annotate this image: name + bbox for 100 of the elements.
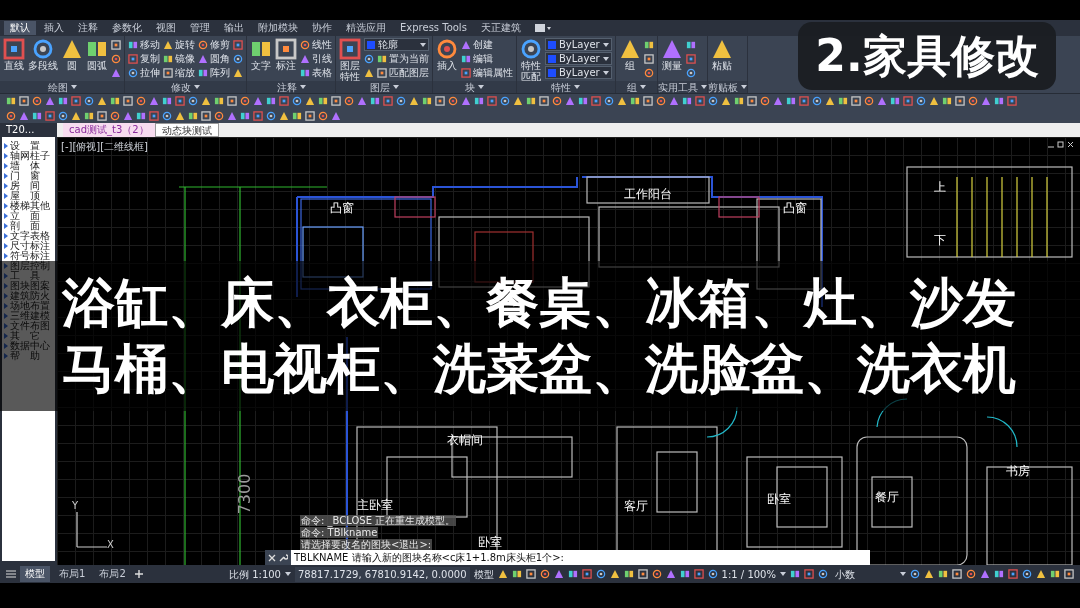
tool-icon[interactable]	[233, 53, 243, 64]
tool-icon[interactable]	[630, 96, 640, 106]
tool-icon[interactable]	[136, 110, 146, 121]
ribbon-button[interactable]: 特性匹配	[520, 38, 542, 81]
tool-icon[interactable]	[838, 96, 848, 106]
palette-item[interactable]: 墙 体	[2, 161, 55, 171]
tool-icon[interactable]	[578, 96, 588, 106]
caret-icon[interactable]	[285, 572, 291, 576]
tool-icon[interactable]	[994, 96, 1004, 106]
caret-icon[interactable]	[602, 56, 609, 61]
tool-icon[interactable]	[370, 96, 380, 106]
palette-item[interactable]: 屋 顶	[2, 191, 55, 201]
caret-icon[interactable]	[194, 85, 200, 89]
tool-icon[interactable]	[685, 53, 696, 64]
palette-item[interactable]: 立 面	[2, 211, 55, 221]
tool-icon[interactable]	[6, 110, 16, 121]
tool-icon[interactable]	[214, 110, 224, 121]
units-dropdown[interactable]: 小数	[832, 566, 896, 582]
tool-icon[interactable]	[609, 569, 620, 579]
layout-tab[interactable]: 布局2	[94, 566, 131, 582]
caret-icon[interactable]	[700, 85, 707, 89]
tool-icon[interactable]	[364, 53, 374, 64]
caret-icon[interactable]	[780, 572, 786, 576]
tool-icon[interactable]	[364, 67, 374, 78]
ribbon-button[interactable]: 创建	[461, 38, 513, 51]
tool-icon[interactable]	[214, 96, 224, 106]
ribbon-button[interactable]: 拉伸	[128, 66, 160, 79]
tool-icon[interactable]	[643, 67, 654, 78]
palette-item[interactable]: 楼梯其他	[2, 201, 55, 211]
tool-icon[interactable]	[595, 569, 606, 579]
tool-icon[interactable]	[474, 96, 484, 106]
menu-icon[interactable]	[6, 570, 16, 578]
caret-icon[interactable]	[639, 85, 646, 89]
tool-icon[interactable]	[643, 53, 654, 64]
ribbon-button[interactable]: 引线	[300, 52, 332, 65]
ribbon-button[interactable]: 标注	[275, 38, 297, 81]
ribbon-button[interactable]: 直线	[3, 38, 25, 81]
caret-icon[interactable]	[392, 85, 399, 89]
ribbon-button[interactable]: 镜像	[163, 52, 195, 65]
tool-icon[interactable]	[422, 96, 432, 106]
tool-icon[interactable]	[84, 110, 94, 121]
tool-icon[interactable]	[305, 110, 315, 121]
caret-icon[interactable]	[900, 572, 906, 576]
panel-title[interactable]: 块	[465, 81, 475, 93]
tool-icon[interactable]	[643, 39, 654, 50]
tool-icon[interactable]	[253, 110, 263, 121]
tool-icon[interactable]	[890, 96, 900, 106]
viewport-label[interactable]: [-][俯视][二维线框]	[61, 139, 149, 154]
tool-icon[interactable]	[679, 569, 690, 579]
annotation-scale[interactable]: 1:1 / 100%	[721, 566, 776, 582]
panel-title[interactable]: 修改	[171, 81, 191, 93]
ribbon-button[interactable]: 匹配图层	[377, 66, 429, 79]
tool-icon[interactable]	[1064, 569, 1074, 579]
tool-icon[interactable]	[318, 96, 328, 106]
ribbon-tab[interactable]: 协作	[306, 21, 338, 35]
tool-icon[interactable]	[233, 39, 243, 50]
tool-icon[interactable]	[567, 569, 578, 579]
tool-icon[interactable]	[201, 110, 211, 121]
tool-icon[interactable]	[318, 110, 328, 121]
palette-item[interactable]: 轴网柱子	[2, 151, 55, 161]
tool-icon[interactable]	[110, 110, 120, 121]
tool-icon[interactable]	[58, 110, 68, 121]
tool-icon[interactable]	[581, 569, 592, 579]
ribbon-button[interactable]: 编辑属性	[461, 66, 513, 79]
tool-icon[interactable]	[32, 110, 42, 121]
ribbon-button[interactable]: 线性	[300, 38, 332, 51]
scale-selector[interactable]: 比例 1:100	[229, 566, 281, 582]
ribbon-tab[interactable]: 输出	[218, 21, 250, 35]
tool-icon[interactable]	[685, 39, 696, 50]
tool-icon[interactable]	[623, 569, 634, 579]
palette-item[interactable]: 设 置	[2, 141, 55, 151]
tool-icon[interactable]	[175, 110, 185, 121]
tool-icon[interactable]	[938, 569, 948, 579]
document-tab[interactable]: 动态块测试	[154, 123, 219, 137]
tool-icon[interactable]	[162, 96, 172, 106]
tool-icon[interactable]	[994, 569, 1004, 579]
ribbon-tab[interactable]: 插入	[38, 21, 70, 35]
ribbon-tab[interactable]: 附加模块	[252, 21, 304, 35]
tool-icon[interactable]	[266, 96, 276, 106]
ribbon-button[interactable]: 测量	[660, 38, 683, 81]
tool-icon[interactable]	[682, 96, 692, 106]
ribbon-button[interactable]: 图层特性	[339, 38, 361, 81]
layout-tab[interactable]: 布局1	[54, 566, 91, 582]
ribbon-button[interactable]: 圆	[61, 38, 83, 81]
caret-icon[interactable]	[478, 85, 484, 89]
layer-dropdown[interactable]: ByLayer	[545, 66, 612, 79]
ribbon-button[interactable]: 复制	[128, 52, 160, 65]
palette-item[interactable]: 门 窗	[2, 171, 55, 181]
model-space-button[interactable]: 模型	[473, 566, 494, 582]
tool-icon[interactable]	[942, 96, 952, 106]
layer-dropdown[interactable]: 轮廓	[364, 38, 429, 51]
tool-icon[interactable]	[786, 96, 796, 106]
tool-icon[interactable]	[707, 569, 718, 579]
tool-icon[interactable]	[149, 110, 159, 121]
tool-icon[interactable]	[651, 569, 662, 579]
caret-icon[interactable]	[299, 85, 306, 89]
ribbon-button[interactable]: 阵列	[198, 66, 230, 79]
document-tab[interactable]: cad测试_t3（2）	[63, 123, 155, 137]
ribbon-tab[interactable]: 参数化	[106, 21, 148, 35]
ribbon-button[interactable]: 粘贴	[710, 38, 733, 81]
